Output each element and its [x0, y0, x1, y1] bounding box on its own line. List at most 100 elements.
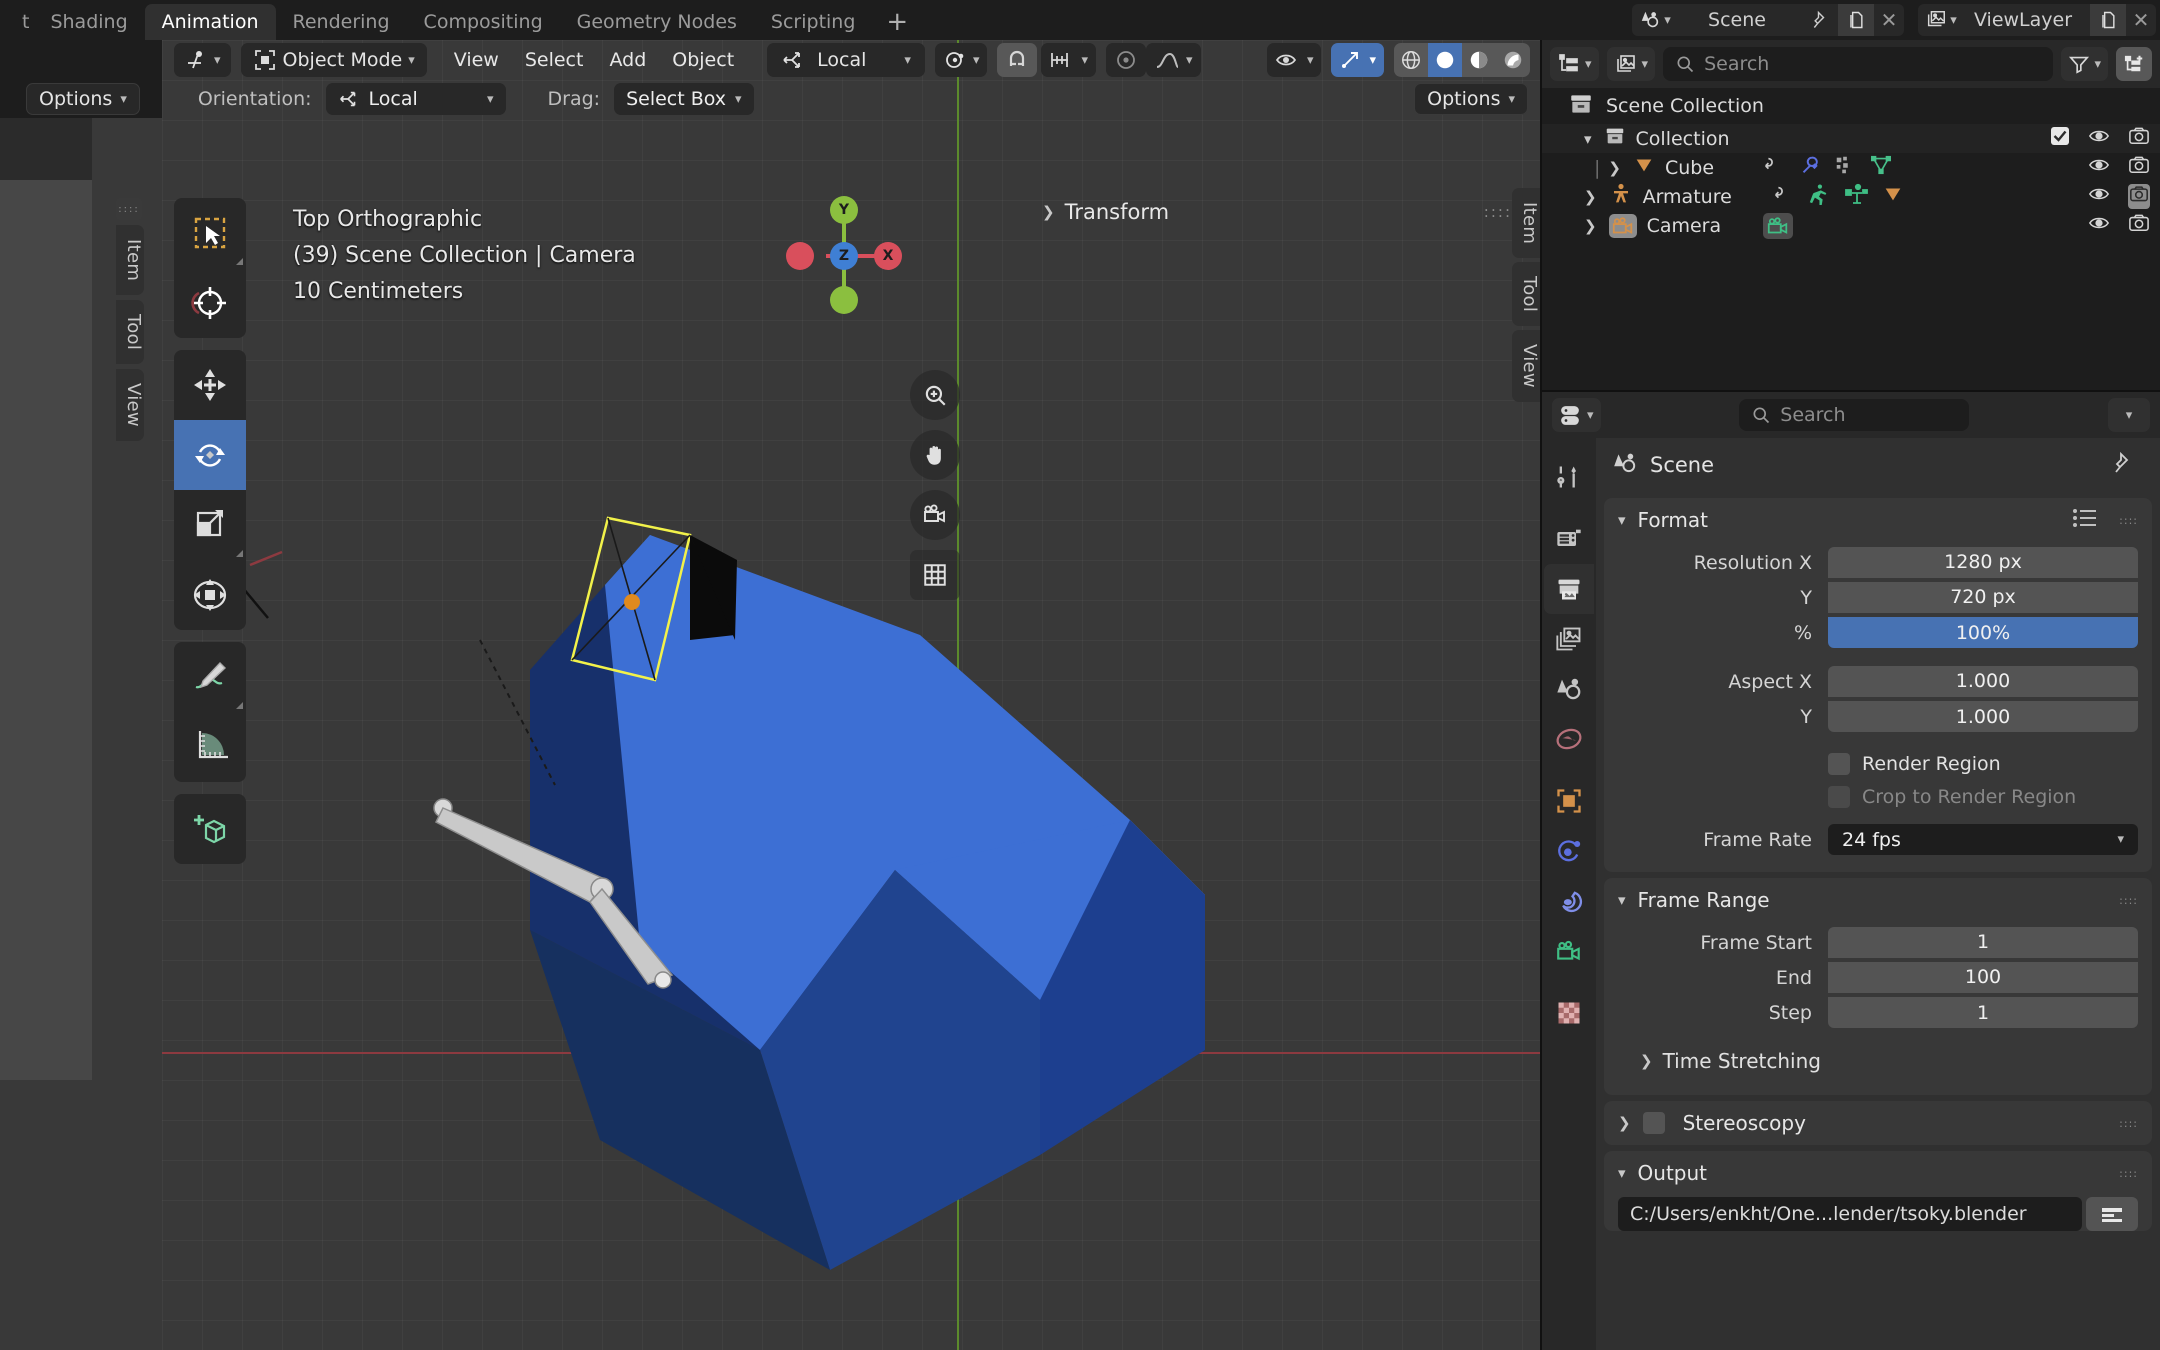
tab-physics[interactable]	[1544, 826, 1594, 876]
frame-end-value[interactable]: 100	[1828, 961, 2138, 993]
eye-icon[interactable]	[2088, 214, 2110, 237]
right-tab-view[interactable]: View	[1512, 330, 1540, 403]
object-mode-dropdown[interactable]: Object Mode ▾	[240, 43, 427, 77]
scale-tool[interactable]	[174, 490, 246, 560]
resolution-y-value[interactable]: 720 px	[1828, 581, 2138, 613]
camera-icon[interactable]	[2128, 126, 2150, 151]
toggle-ortho-icon[interactable]	[910, 550, 960, 600]
outliner-filter-button[interactable]: ▾	[2061, 47, 2108, 81]
chevron-down-icon[interactable]: ▾	[1618, 511, 1626, 529]
workspace-tab-compositing[interactable]: Compositing	[407, 4, 560, 40]
measure-tool[interactable]	[174, 712, 246, 782]
viewlayer-name-field[interactable]: ViewLayer	[1960, 4, 2090, 36]
armature-data-icon[interactable]	[1844, 183, 1868, 210]
animation-icon[interactable]	[1762, 154, 1784, 181]
chevron-right-icon[interactable]: ❯	[1042, 203, 1055, 221]
left-tab-item[interactable]: Item	[116, 225, 144, 296]
left-tab-tool[interactable]: Tool	[116, 300, 144, 365]
eye-icon[interactable]	[2088, 127, 2110, 150]
outliner-editor-type-button[interactable]: ▾	[1550, 47, 1599, 81]
workspace-tab-rendering[interactable]: Rendering	[276, 4, 407, 40]
outliner-search-input[interactable]: Search	[1663, 47, 2054, 81]
frame-rate-dropdown[interactable]: 24 fps ▾	[1828, 824, 2138, 855]
subpanel-time-stretching[interactable]: ❯ Time Stretching	[1618, 1041, 2138, 1081]
remove-scene-icon[interactable]: ✕	[1874, 4, 1904, 36]
chevron-right-icon[interactable]: ❯	[1608, 159, 1621, 177]
menu-select[interactable]: Select	[512, 49, 597, 71]
render-region-checkbox[interactable]	[1828, 752, 1850, 775]
editor-type-button[interactable]: ▾	[174, 43, 231, 77]
camera-icon[interactable]	[2128, 184, 2150, 209]
menu-view[interactable]: View	[441, 49, 512, 71]
chevron-right-icon[interactable]: ❯	[1584, 188, 1597, 206]
camera-data-icon[interactable]	[1763, 212, 1794, 239]
menu-add[interactable]: Add	[596, 49, 659, 71]
navigation-gizmo[interactable]: Z Y X	[786, 196, 902, 314]
panel-stereoscopy-header[interactable]: ❯ Stereoscopy ::::	[1604, 1101, 2152, 1145]
annotate-tool[interactable]	[174, 642, 246, 712]
open-folder-icon[interactable]	[2086, 1197, 2138, 1231]
preset-list-icon[interactable]	[2072, 507, 2098, 534]
tab-camera-data[interactable]	[1544, 926, 1594, 976]
chevron-down-icon[interactable]: ▾	[1618, 891, 1626, 909]
gizmo-axis-z[interactable]: Z	[830, 242, 858, 270]
gizmo-axis-x[interactable]: X	[874, 242, 902, 270]
workspace-tab-0[interactable]: t	[18, 4, 33, 40]
tweak-select-tool[interactable]	[174, 198, 246, 268]
workspace-tab-geometry-nodes[interactable]: Geometry Nodes	[560, 4, 754, 40]
material-icon[interactable]	[1834, 154, 1856, 181]
rotate-tool[interactable]	[174, 420, 246, 490]
animation-icon[interactable]	[1772, 183, 1794, 210]
eye-icon[interactable]	[2088, 156, 2110, 179]
new-scene-icon[interactable]	[1838, 4, 1874, 36]
shading-wireframe[interactable]	[1394, 43, 1428, 77]
collection-checkbox[interactable]	[2050, 126, 2070, 151]
camera-icon[interactable]	[2128, 213, 2150, 238]
pin-icon[interactable]	[1804, 4, 1838, 36]
resolution-percent-value[interactable]: 100%	[1828, 617, 2138, 648]
panel-grip[interactable]: ::::	[2119, 1117, 2138, 1130]
aspect-y-value[interactable]: 1.000	[1828, 701, 2138, 732]
add-workspace-button[interactable]: +	[872, 4, 922, 40]
tab-output[interactable]	[1544, 564, 1594, 614]
workspace-tab-shading[interactable]: Shading	[33, 4, 144, 40]
cursor-tool[interactable]	[174, 268, 246, 338]
panel-grip[interactable]: ::::	[2119, 1167, 2138, 1180]
tool-orientation-dropdown[interactable]: Local ▾	[325, 83, 506, 115]
stereoscopy-checkbox[interactable]	[1642, 1112, 1665, 1134]
chevron-right-icon[interactable]: ❯	[1618, 1114, 1631, 1132]
chevron-down-icon[interactable]: ▾	[1584, 130, 1592, 148]
right-tab-tool[interactable]: Tool	[1512, 262, 1540, 327]
new-viewlayer-icon[interactable]	[2090, 4, 2126, 36]
chevron-right-icon[interactable]: ❯	[1640, 1052, 1653, 1070]
3d-viewport[interactable]: ▾ Object Mode ▾ View Select Add Object L…	[0, 40, 1540, 1350]
outliner-row-cube[interactable]: | ❯ Cube	[1542, 153, 2160, 182]
frame-step-value[interactable]: 1	[1828, 997, 2138, 1028]
shading-rendered[interactable]	[1496, 43, 1530, 77]
chevron-down-icon[interactable]: ▾	[1618, 1164, 1626, 1182]
chevron-right-icon[interactable]: ❯	[1584, 217, 1597, 235]
proportional-edit-toggle[interactable]	[1106, 43, 1146, 77]
outliner-display-mode-button[interactable]: ▾	[1606, 47, 1656, 81]
pivot-point-dropdown[interactable]: ▾	[934, 43, 988, 77]
panel-format-header[interactable]: ▾ Format ::::	[1604, 498, 2152, 542]
camera-icon[interactable]	[2128, 155, 2150, 180]
panel-grip[interactable]: ::::	[1484, 203, 1512, 221]
properties-editor[interactable]: ▾ Search ▾ Scene ▾ Format:::: Resolutio…	[1540, 390, 2160, 1350]
gizmo-dropdown[interactable]: ▾	[1331, 43, 1384, 77]
tab-object[interactable]	[1544, 776, 1594, 826]
viewport-options-button-right[interactable]: Options ▾	[1414, 83, 1528, 115]
transform-tool[interactable]	[174, 560, 246, 630]
gizmo-axis-y-neg[interactable]	[830, 286, 858, 314]
left-tab-view[interactable]: View	[116, 369, 144, 442]
pan-hand-icon[interactable]	[910, 430, 960, 480]
workspace-tab-animation[interactable]: Animation	[144, 4, 276, 40]
viewport-options-button-left[interactable]: Options ▾	[26, 83, 140, 115]
menu-object[interactable]: Object	[659, 49, 747, 71]
tab-tool[interactable]	[1544, 452, 1594, 502]
properties-search-input[interactable]: Search	[1739, 399, 1970, 431]
properties-options-button[interactable]: ▾	[2108, 398, 2150, 432]
mesh-data-icon[interactable]	[1882, 183, 1904, 210]
panel-frame-range-header[interactable]: ▾ Frame Range ::::	[1604, 878, 2152, 922]
panel-output-header[interactable]: ▾ Output ::::	[1604, 1151, 2152, 1195]
